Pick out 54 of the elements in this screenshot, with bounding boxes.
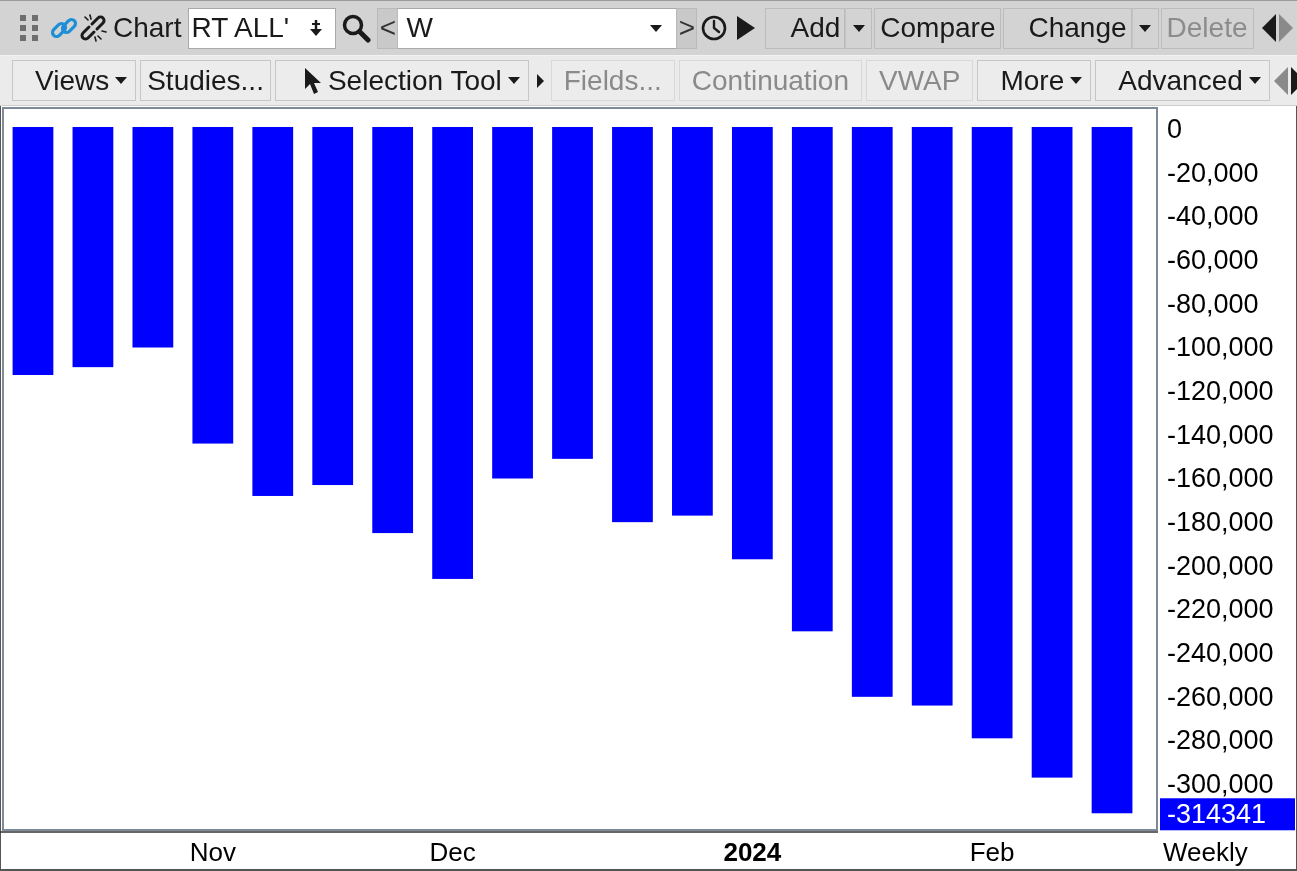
toolbar-button[interactable]: Compare: [874, 7, 1002, 49]
right-triangle-icon[interactable]: [536, 73, 544, 88]
axis-label: -280,000: [1167, 725, 1274, 756]
axis-label: -260,000: [1167, 681, 1274, 712]
interval-field[interactable]: W: [398, 7, 677, 49]
caret-icon: [1070, 77, 1083, 84]
axis-label: -200,000: [1167, 550, 1274, 581]
toolbar-button[interactable]: More: [977, 60, 1092, 101]
axis-label: Feb: [969, 837, 1015, 867]
symbol-field[interactable]: RT ALL': [188, 7, 337, 49]
axis-label: -100,000: [1167, 332, 1274, 363]
caret-icon: [1139, 24, 1152, 32]
axis-label: -160,000: [1167, 463, 1274, 494]
axis-label: -80,000: [1167, 288, 1259, 319]
toolbar-button[interactable]: Selection Tool: [274, 60, 529, 101]
axis-label: 2024: [723, 837, 782, 867]
axis-label: -220,000: [1167, 594, 1274, 625]
toolbar-button[interactable]: Change: [1003, 7, 1132, 49]
axis-label: Nov: [189, 837, 236, 867]
axis-label: 0: [1167, 114, 1183, 144]
dropdown-button[interactable]: [1131, 7, 1159, 49]
next-button[interactable]: >: [676, 7, 698, 49]
play-icon[interactable]: [737, 16, 756, 40]
broken-link-icon[interactable]: [78, 13, 108, 43]
toolbar-button[interactable]: Add: [765, 7, 846, 49]
axis-label: -180,000: [1167, 507, 1274, 537]
scroll-arrows-icon[interactable]: [1273, 66, 1297, 95]
toolbar-button[interactable]: Advanced: [1095, 60, 1270, 101]
axis-label: -120,000: [1167, 376, 1274, 406]
caret-icon: [507, 77, 520, 84]
axis-label: -300,000: [1167, 768, 1274, 799]
cursor-icon: [303, 66, 322, 95]
axis-label: Dec: [429, 837, 476, 867]
interval-label: Weekly: [1163, 837, 1248, 867]
search-icon[interactable]: [341, 13, 372, 43]
current-value-label: -314341: [1160, 798, 1295, 831]
toolbar-button[interactable]: Views: [12, 60, 137, 101]
scroll-arrows-icon[interactable]: [1262, 14, 1293, 42]
axis-label: -140,000: [1167, 419, 1274, 450]
toolbar-button[interactable]: Studies...: [140, 60, 271, 101]
axis-label: -20,000: [1167, 157, 1259, 188]
down-arrow-icon: [309, 20, 324, 36]
grip-icon[interactable]: [20, 15, 38, 41]
caret-icon: [852, 24, 865, 32]
axis-label: -40,000: [1167, 201, 1259, 232]
axis-label: -240,000: [1167, 637, 1274, 668]
caret-icon: [115, 77, 128, 84]
dropdown-button[interactable]: [845, 7, 873, 49]
chart-title: Chart: [113, 12, 182, 44]
clock-icon[interactable]: [701, 15, 728, 41]
caret-icon: [1248, 77, 1261, 84]
previous-button[interactable]: <: [377, 7, 399, 49]
axis-label: -60,000: [1167, 245, 1259, 275]
caret-icon: [650, 24, 663, 32]
